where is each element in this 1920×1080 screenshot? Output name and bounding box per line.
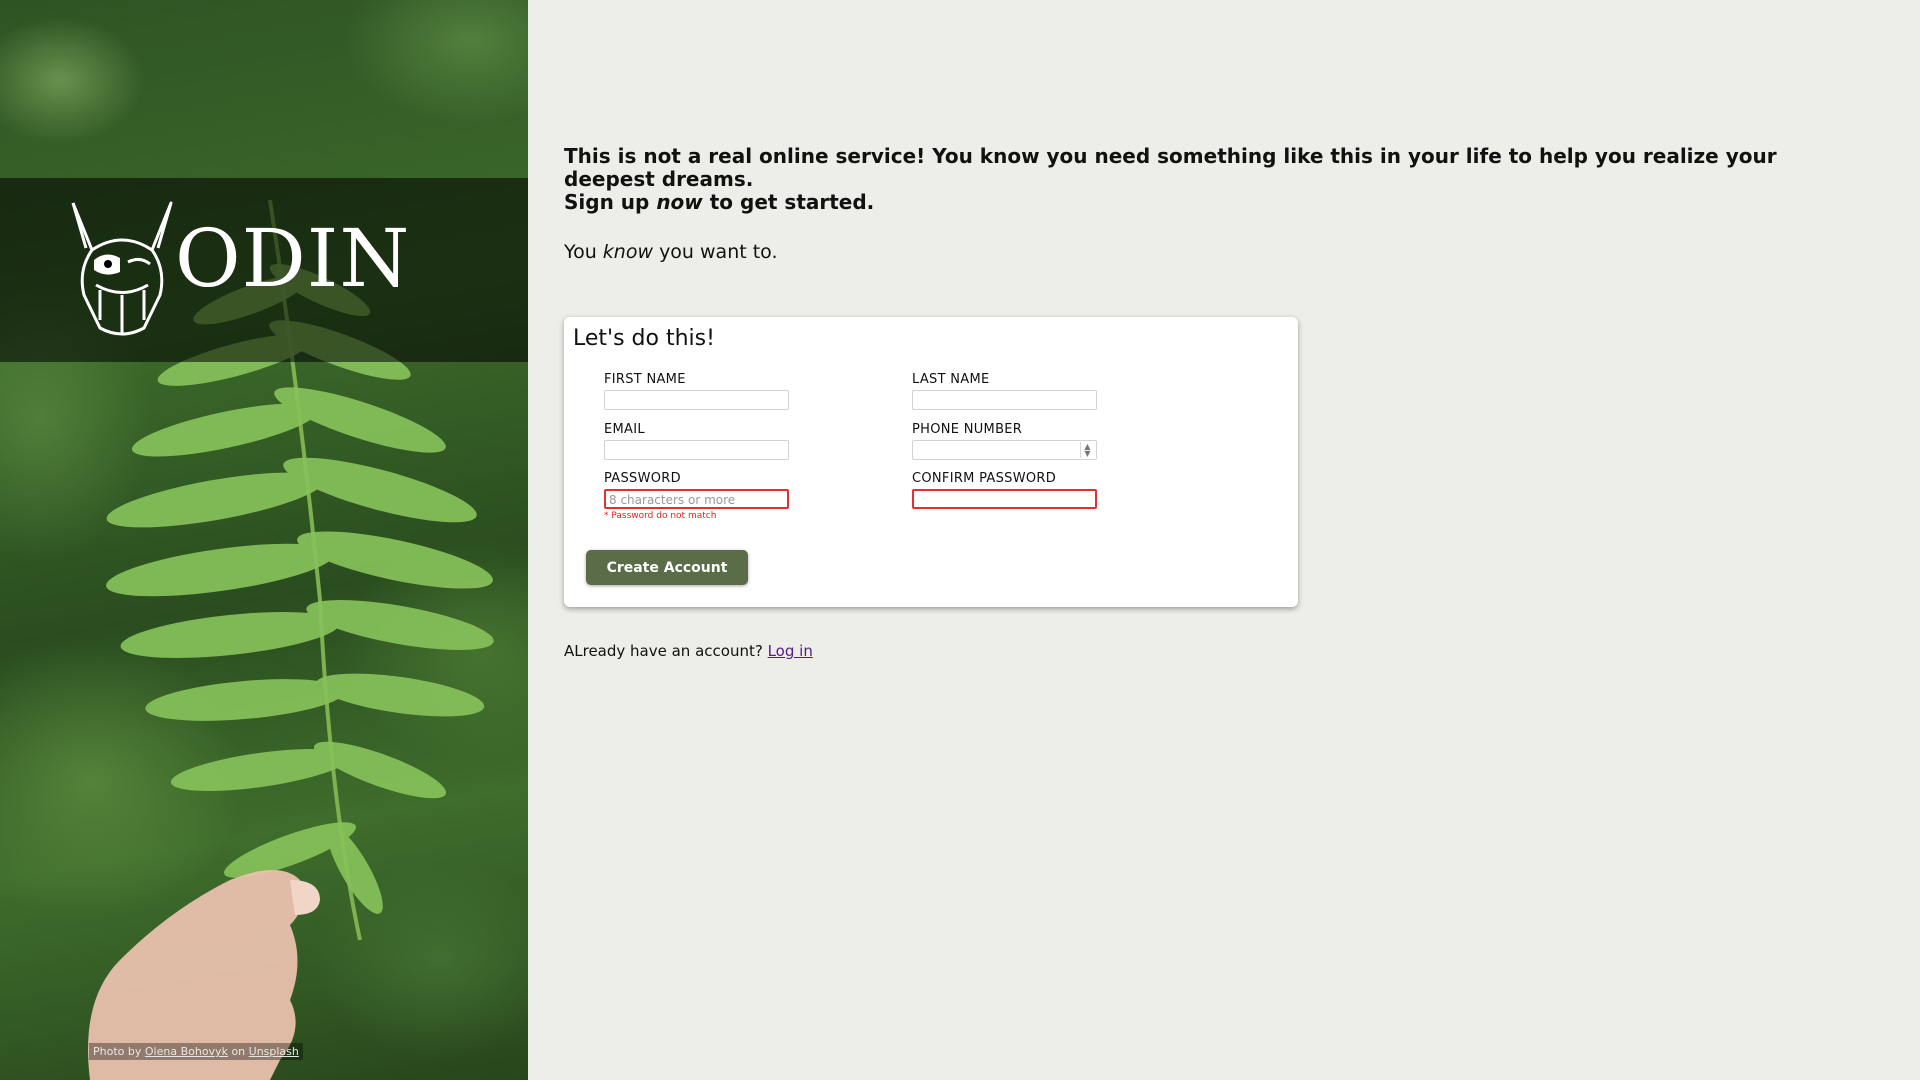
- subline-pre: You: [564, 241, 597, 263]
- password-error: * Password do not match: [604, 511, 717, 521]
- login-prompt: ALready have an account? Log in: [564, 642, 813, 660]
- login-link[interactable]: Log in: [768, 642, 813, 660]
- phone-input[interactable]: ▲ ▼: [912, 440, 1097, 460]
- phone-group: PHONE NUMBER ▲ ▼: [912, 422, 1098, 460]
- first-name-group: FIRST NAME: [604, 372, 790, 410]
- last-name-input[interactable]: [912, 390, 1097, 410]
- email-group: EMAIL: [604, 422, 790, 460]
- intro-line-1: This is not a real online service! You k…: [564, 144, 1777, 191]
- credit-mid: on: [231, 1045, 246, 1058]
- fern-photo: [88, 199, 494, 1080]
- confirm-password-group: CONFIRM PASSWORD: [912, 471, 1098, 509]
- credit-source-link[interactable]: Unsplash: [249, 1045, 299, 1058]
- photo-credit: Photo by Olena Bohovyk on Unsplash: [89, 1043, 303, 1060]
- last-name-group: LAST NAME: [912, 372, 1098, 410]
- email-input[interactable]: [604, 440, 789, 460]
- stepper-arrows-icon[interactable]: ▲ ▼: [1080, 442, 1094, 458]
- credit-author-link[interactable]: Olena Bohovyk: [145, 1045, 228, 1058]
- intro-line-2-pre: Sign up: [564, 190, 650, 214]
- first-name-label: FIRST NAME: [604, 372, 686, 387]
- create-account-button[interactable]: Create Account: [586, 550, 748, 585]
- intro-subline: You know you want to.: [564, 240, 778, 264]
- password-group: PASSWORD 8 characters or more * Password…: [604, 471, 790, 521]
- phone-label: PHONE NUMBER: [912, 422, 1023, 437]
- first-name-input[interactable]: [604, 390, 789, 410]
- confirm-password-input[interactable]: [912, 489, 1097, 509]
- brand-name: ODIN: [175, 212, 411, 305]
- intro-line-2-em: now: [656, 190, 703, 214]
- credit-prefix: Photo by: [93, 1045, 142, 1058]
- form-title: Let's do this!: [573, 326, 715, 351]
- intro-headline: This is not a real online service! You k…: [564, 145, 1854, 214]
- email-label: EMAIL: [604, 422, 645, 437]
- viking-helmet-icon: [71, 201, 173, 336]
- password-input[interactable]: 8 characters or more: [604, 489, 789, 509]
- intro-line-2: Sign up now to get started.: [564, 191, 1854, 214]
- hero-panel: ODIN Photo by Olena Bohovyk on Unsplash: [0, 0, 528, 1080]
- confirm-password-label: CONFIRM PASSWORD: [912, 471, 1057, 486]
- intro-line-2-post: to get started.: [709, 190, 875, 214]
- subline-em: know: [602, 241, 654, 263]
- signup-form: Let's do this! FIRST NAME LAST NAME EMAI…: [564, 317, 1298, 607]
- last-name-label: LAST NAME: [912, 372, 990, 387]
- subline-post: you want to.: [659, 241, 778, 263]
- login-prompt-text: ALready have an account?: [564, 642, 763, 660]
- password-label: PASSWORD: [604, 471, 681, 486]
